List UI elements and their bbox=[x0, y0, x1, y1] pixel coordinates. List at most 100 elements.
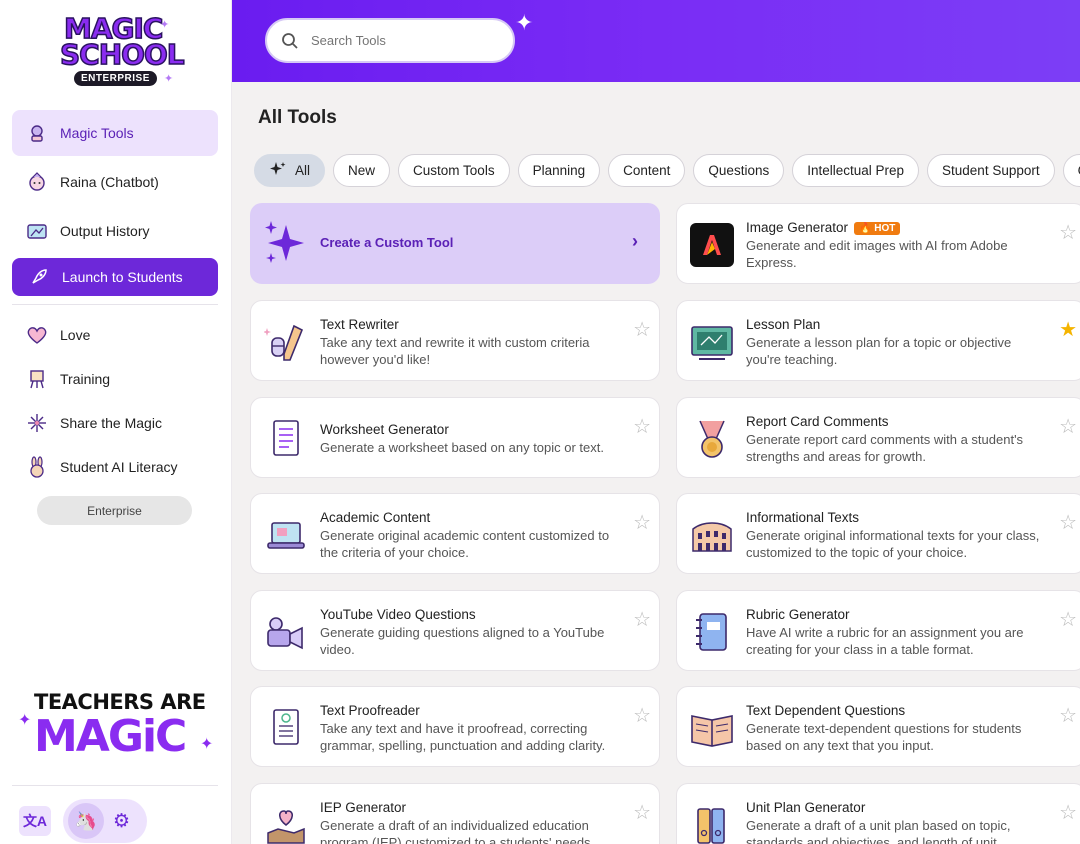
tool-description: Have AI write a rubric for an assignment… bbox=[746, 625, 1024, 657]
filter-chip-new[interactable]: New bbox=[333, 154, 391, 187]
sidebar-link-label: Share the Magic bbox=[60, 415, 162, 431]
sidebar-item-love[interactable]: Love bbox=[12, 312, 218, 358]
tool-card-rubric-generator[interactable]: Rubric Generator Have AI write a rubric … bbox=[676, 590, 1080, 671]
raina-icon bbox=[26, 171, 48, 193]
favorite-star-icon[interactable]: ☆ bbox=[633, 317, 651, 342]
tool-description: Generate text-dependent questions for st… bbox=[746, 721, 1022, 753]
tool-card-text-proofreader[interactable]: Text Proofreader Take any text and have … bbox=[250, 686, 660, 767]
filter-chip-more[interactable]: C bbox=[1062, 154, 1080, 187]
tool-card-informational-texts[interactable]: Informational Texts Generate original in… bbox=[676, 493, 1080, 574]
translate-icon: 文A bbox=[22, 813, 48, 829]
tool-title: Unit Plan Generator bbox=[746, 800, 866, 815]
tool-card-youtube-video-questions[interactable]: YouTube Video Questions Generate guiding… bbox=[250, 590, 660, 671]
tool-description: Generate a lesson plan for a topic or ob… bbox=[746, 335, 1012, 367]
filter-chip-all[interactable]: All bbox=[254, 154, 326, 187]
favorite-star-icon[interactable]: ☆ bbox=[1059, 414, 1077, 439]
hot-badge-label: HOT bbox=[874, 223, 896, 234]
tool-card-worksheet-generator[interactable]: Worksheet Generator Generate a worksheet… bbox=[250, 397, 660, 478]
sidebar-item-magic-tools[interactable]: Magic Tools bbox=[12, 110, 218, 156]
profile-pill[interactable]: 🦄 ⚙ bbox=[63, 799, 147, 843]
bunny-icon bbox=[26, 456, 48, 478]
tool-title: Report Card Comments bbox=[746, 414, 889, 429]
filter-chip-planning[interactable]: Planning bbox=[517, 154, 601, 187]
tool-description: Generate a draft of an individualized ed… bbox=[320, 818, 595, 844]
filter-chip-content[interactable]: Content bbox=[608, 154, 686, 187]
tool-title-text: Image Generator bbox=[746, 220, 849, 235]
tool-card-text-dependent-questions[interactable]: Text Dependent Questions Generate text-d… bbox=[676, 686, 1080, 767]
top-header: ✦ bbox=[232, 0, 1080, 82]
output-history-icon bbox=[26, 220, 48, 242]
filter-chip-intellectual-prep[interactable]: Intellectual Prep bbox=[792, 154, 920, 187]
sidebar-item-label: Launch to Students bbox=[62, 269, 183, 285]
launch-to-students-button[interactable]: Launch to Students bbox=[12, 258, 218, 296]
favorite-star-icon[interactable]: ★ bbox=[1059, 317, 1077, 342]
favorite-star-icon[interactable]: ☆ bbox=[633, 800, 651, 825]
rocket-icon bbox=[28, 266, 50, 288]
laptop-icon bbox=[263, 512, 309, 558]
tool-description: Generate original informational texts fo… bbox=[746, 528, 1040, 560]
filter-chip-student-support[interactable]: Student Support bbox=[927, 154, 1055, 187]
enterprise-button[interactable]: Enterprise bbox=[37, 496, 192, 525]
filter-chip-custom-tools[interactable]: Custom Tools bbox=[398, 154, 510, 187]
tool-title: Worksheet Generator bbox=[320, 422, 449, 437]
sparkle-icon: ✦ bbox=[200, 736, 214, 753]
sidebar-item-training[interactable]: Training bbox=[12, 356, 218, 402]
tool-card-unit-plan-generator[interactable]: Unit Plan Generator Generate a draft of … bbox=[676, 783, 1080, 844]
favorite-star-icon[interactable]: ☆ bbox=[1059, 703, 1077, 728]
filter-chip-label: All bbox=[295, 163, 311, 178]
favorite-star-icon[interactable]: ☆ bbox=[1059, 220, 1077, 245]
tool-title: Text Rewriter bbox=[320, 317, 399, 332]
search-icon bbox=[282, 32, 298, 49]
search-bar[interactable] bbox=[265, 18, 515, 63]
adobe-express-icon bbox=[689, 222, 735, 268]
tool-description: Take any text and rewrite it with custom… bbox=[320, 335, 590, 367]
tool-description: Generate a draft of a unit plan based on… bbox=[746, 818, 1011, 844]
sidebar-item-output-history[interactable]: Output History bbox=[12, 208, 218, 254]
sidebar-link-label: Student AI Literacy bbox=[60, 459, 178, 475]
sparkles-icon bbox=[269, 160, 287, 181]
sidebar-item-share-the-magic[interactable]: Share the Magic bbox=[12, 400, 218, 446]
translate-button[interactable]: 文A bbox=[19, 806, 51, 836]
magic-tools-icon bbox=[26, 122, 48, 144]
worksheet-icon bbox=[263, 416, 309, 462]
sidebar-item-raina-chatbot[interactable]: Raina (Chatbot) bbox=[12, 159, 218, 205]
sparkle-icon: ✦ bbox=[515, 10, 534, 35]
tool-description: Generate and edit images with AI from Ad… bbox=[746, 238, 1008, 270]
sidebar-item-label: Output History bbox=[60, 223, 150, 239]
tool-card-image-generator[interactable]: Image Generator 🔥 HOT Generate and edit i… bbox=[676, 203, 1080, 284]
filter-chips: All New Custom Tools Planning Content Qu… bbox=[254, 154, 1080, 187]
chalkboard-icon bbox=[689, 319, 735, 365]
tool-description: Generate guiding questions aligned to a … bbox=[320, 625, 605, 657]
filter-chip-questions[interactable]: Questions bbox=[693, 154, 785, 187]
chevron-right-icon: › bbox=[632, 231, 638, 251]
search-input[interactable] bbox=[311, 33, 491, 48]
favorite-star-icon[interactable]: ☆ bbox=[1059, 510, 1077, 535]
logo-enterprise-badge: ENTERPRISE bbox=[74, 71, 157, 86]
medal-icon bbox=[689, 416, 735, 462]
favorite-star-icon[interactable]: ☆ bbox=[633, 414, 651, 439]
tool-description: Take any text and have it proofread, cor… bbox=[320, 721, 606, 753]
tool-card-text-rewriter[interactable]: Text Rewriter Take any text and rewrite … bbox=[250, 300, 660, 381]
tool-card-academic-content[interactable]: Academic Content Generate original acade… bbox=[250, 493, 660, 574]
favorite-star-icon[interactable]: ☆ bbox=[1059, 800, 1077, 825]
logo-line2: SCHOOL bbox=[59, 38, 185, 71]
tool-title: Rubric Generator bbox=[746, 607, 850, 622]
sidebar-item-student-ai-literacy[interactable]: Student AI Literacy bbox=[12, 444, 218, 490]
tool-card-iep-generator[interactable]: IEP Generator Generate a draft of an ind… bbox=[250, 783, 660, 844]
tool-title: Text Dependent Questions bbox=[746, 703, 906, 718]
magicschool-logo[interactable]: MAGIC SCHOOL ENTERPRISE ✦ ✦ bbox=[59, 14, 185, 92]
favorite-star-icon[interactable]: ☆ bbox=[1059, 607, 1077, 632]
tool-card-report-card-comments[interactable]: Report Card Comments Generate report car… bbox=[676, 397, 1080, 478]
hot-badge: 🔥 HOT bbox=[854, 222, 901, 235]
tool-description: Generate a worksheet based on any topic … bbox=[320, 440, 605, 455]
heart-icon bbox=[26, 324, 48, 346]
avatar[interactable]: 🦄 bbox=[68, 803, 104, 839]
favorite-star-icon[interactable]: ☆ bbox=[633, 703, 651, 728]
create-custom-tool-label: Create a Custom Tool bbox=[320, 235, 454, 250]
favorite-star-icon[interactable]: ☆ bbox=[633, 510, 651, 535]
favorite-star-icon[interactable]: ☆ bbox=[633, 607, 651, 632]
create-custom-tool-card[interactable]: Create a Custom Tool › bbox=[250, 203, 660, 284]
gear-icon[interactable]: ⚙ bbox=[113, 810, 130, 833]
tool-card-lesson-plan[interactable]: Lesson Plan Generate a lesson plan for a… bbox=[676, 300, 1080, 381]
tool-title: Text Proofreader bbox=[320, 703, 420, 718]
